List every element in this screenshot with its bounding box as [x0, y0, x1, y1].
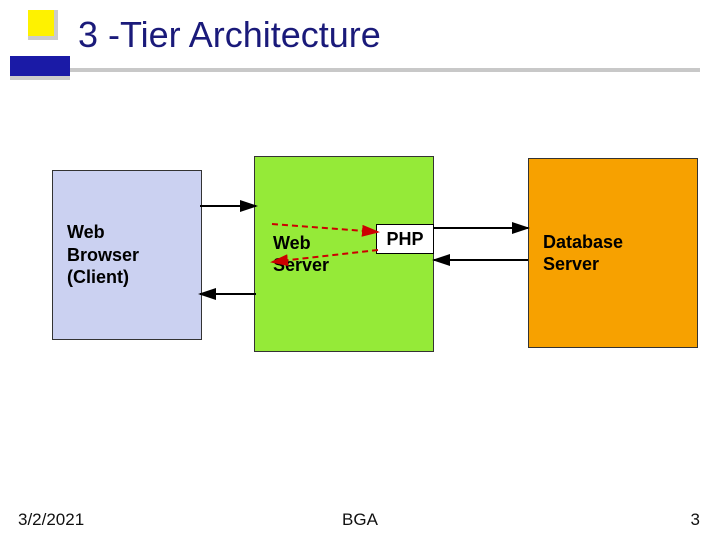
header-accent-bar: [10, 56, 70, 80]
tier-client-label: Web Browser (Client): [67, 221, 139, 289]
header-rule: [70, 68, 700, 72]
tier-webserver-box: Web Server: [254, 156, 434, 352]
tier-database-label: Database Server: [543, 231, 623, 276]
slide: { "title": "3 -Tier Architecture", "tier…: [0, 0, 720, 540]
header-accent-square: [28, 10, 58, 40]
tier-client-box: Web Browser (Client): [52, 170, 202, 340]
php-box: PHP: [376, 224, 434, 254]
tier-webserver-label: Web Server: [273, 232, 329, 277]
footer-page-number: 3: [691, 510, 700, 530]
tier-database-box: Database Server: [528, 158, 698, 348]
page-title: 3 -Tier Architecture: [78, 14, 381, 56]
footer-center: BGA: [0, 510, 720, 530]
php-label: PHP: [386, 229, 423, 250]
